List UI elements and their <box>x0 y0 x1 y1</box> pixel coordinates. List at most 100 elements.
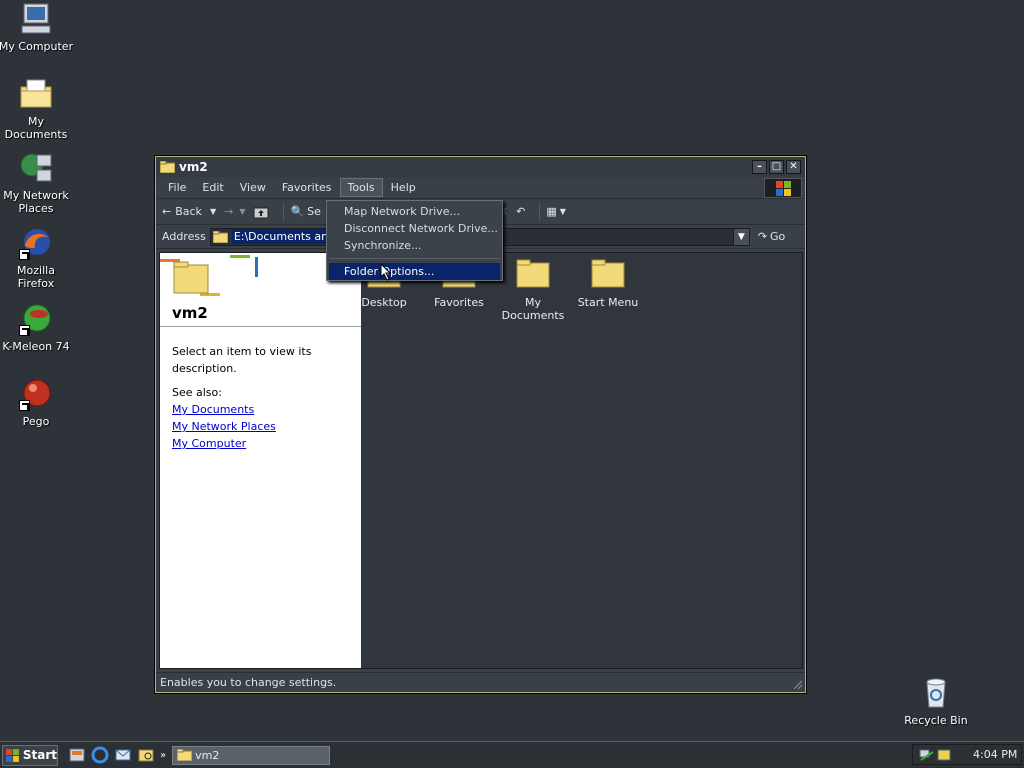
folder-icon <box>516 259 550 288</box>
minimize-icon: – <box>757 161 762 172</box>
window-title: vm2 <box>179 160 208 174</box>
views-button[interactable]: ▦ ▼ <box>546 205 566 218</box>
task-pane: vm2 Select an item to view its descripti… <box>160 253 361 668</box>
desktop-icon-my-computer[interactable]: My Computer <box>0 2 74 53</box>
menu-file[interactable]: File <box>160 178 194 197</box>
go-arrow-icon: ↷ <box>757 230 768 243</box>
desktop-icon-my-documents[interactable]: My Documents <box>0 77 74 141</box>
more-quicklaunch-icon[interactable]: » <box>160 750 166 761</box>
file-item-my-documents[interactable]: My Documents <box>495 258 571 322</box>
menu-favorites[interactable]: Favorites <box>274 178 340 197</box>
desktop-icon-my-network-places[interactable]: My Network Places <box>0 151 74 215</box>
my-documents-icon <box>19 77 53 111</box>
back-arrow-icon: ← <box>162 205 172 218</box>
desktop-icon-recycle-bin[interactable]: Recycle Bin <box>898 676 974 727</box>
resize-grip-icon[interactable] <box>791 678 803 690</box>
desktop-icon-label: My Network Places <box>3 189 69 215</box>
pego-icon <box>19 377 53 411</box>
windows-flag-icon <box>776 181 791 196</box>
k-meleon-icon <box>19 302 53 336</box>
show-desktop-icon[interactable] <box>68 746 86 764</box>
explorer-icon[interactable] <box>137 746 155 764</box>
close-icon: ✕ <box>789 161 798 172</box>
undo-button[interactable]: ↶ <box>516 205 525 218</box>
tools-menu: Map Network Drive... Disconnect Network … <box>326 200 503 281</box>
folder-name: vm2 <box>172 304 208 322</box>
task-pane-body: Select an item to view its description. … <box>160 327 361 468</box>
taskbar: Start » vm2 4:04 PM <box>0 741 1024 768</box>
start-label: Start <box>22 748 57 762</box>
maximize-button[interactable]: □ <box>769 160 784 174</box>
shortcut-arrow-icon <box>19 249 30 260</box>
network-tray-icon[interactable] <box>919 748 935 762</box>
desktop-icon-label: Mozilla Firefox <box>17 264 55 290</box>
link-my-documents[interactable]: My Documents <box>172 401 349 418</box>
up-folder-button[interactable] <box>253 205 269 219</box>
volume-tray-icon[interactable] <box>937 748 951 762</box>
desktop-icon-label: K-Meleon 74 <box>2 340 70 353</box>
quick-launch: » <box>68 746 166 764</box>
menu-help[interactable]: Help <box>383 178 424 197</box>
address-dropdown-button[interactable]: ▼ <box>732 228 749 245</box>
menu-item-folder-options[interactable]: Folder Options... <box>329 263 500 280</box>
folder-banner-icon <box>160 255 258 296</box>
see-also-label: See also: <box>172 386 222 399</box>
internet-explorer-icon[interactable] <box>91 746 109 764</box>
menu-view[interactable]: View <box>232 178 274 197</box>
windows-flag-icon <box>6 748 19 762</box>
taskbar-button-vm2[interactable]: vm2 <box>172 745 331 765</box>
folder-icon <box>160 161 175 173</box>
forward-button[interactable]: → ▼ <box>224 205 245 218</box>
desktop-icon-label: My Documents <box>4 115 68 141</box>
status-bar: Enables you to change settings. <box>156 672 805 692</box>
network-places-icon <box>19 151 53 185</box>
menu-edit[interactable]: Edit <box>194 178 231 197</box>
back-button[interactable]: ← Back ▼ <box>162 205 216 218</box>
status-text: Enables you to change settings. <box>160 676 337 689</box>
mouse-cursor-icon <box>380 263 392 281</box>
menu-tools[interactable]: Tools <box>339 178 383 197</box>
go-button[interactable]: ↷ Go <box>758 230 785 243</box>
file-item-start-menu[interactable]: Start Menu <box>570 258 646 309</box>
firefox-icon <box>19 226 53 260</box>
recycle-bin-icon <box>919 676 953 710</box>
chevron-down-icon: ▼ <box>239 207 246 216</box>
file-item-label: My Documents <box>501 296 565 322</box>
desktop-icon-label: My Computer <box>0 40 74 53</box>
folder-icon <box>212 230 228 243</box>
search-label: Se <box>307 205 321 218</box>
address-label: Address <box>162 230 206 243</box>
task-label: vm2 <box>195 748 220 762</box>
file-item-label: Favorites <box>434 296 484 309</box>
shortcut-arrow-icon <box>19 325 30 336</box>
desktop-icon-k-meleon[interactable]: K-Meleon 74 <box>0 302 74 353</box>
content-area[interactable]: vm2 Select an item to view its descripti… <box>159 252 803 669</box>
outlook-express-icon[interactable] <box>114 746 132 764</box>
menu-item-map-network-drive[interactable]: Map Network Drive... <box>327 203 502 220</box>
menu-bar: File Edit View Favorites Tools Help <box>156 177 805 199</box>
desktop-icon-pego[interactable]: Pego <box>0 377 74 428</box>
link-my-network-places[interactable]: My Network Places <box>172 418 349 435</box>
desktop-icon-mozilla-firefox[interactable]: Mozilla Firefox <box>0 226 74 290</box>
chevron-down-icon: ▼ <box>209 207 217 216</box>
link-my-computer[interactable]: My Computer <box>172 435 349 452</box>
shortcut-arrow-icon <box>19 400 30 411</box>
clock: 4:04 PM <box>973 748 1018 761</box>
start-button[interactable]: Start <box>2 744 58 766</box>
minimize-button[interactable]: – <box>752 160 767 174</box>
search-button[interactable]: 🔍 Se <box>290 205 320 218</box>
views-icon: ▦ <box>546 205 557 218</box>
close-button[interactable]: ✕ <box>786 160 801 174</box>
undo-icon: ↶ <box>516 205 526 218</box>
chevron-down-icon: ▼ <box>559 207 566 216</box>
toolbar-separator <box>283 202 285 221</box>
go-label: Go <box>770 230 786 243</box>
folder-icon <box>177 749 193 761</box>
menu-item-disconnect-network-drive[interactable]: Disconnect Network Drive... <box>327 220 502 237</box>
title-bar[interactable]: vm2 – □ ✕ <box>156 157 805 177</box>
file-item-label: Start Menu <box>577 296 639 309</box>
menu-separator <box>329 258 500 259</box>
desktop-icon-label: Pego <box>22 415 50 428</box>
menu-item-synchronize[interactable]: Synchronize... <box>327 237 502 254</box>
my-computer-icon <box>19 2 53 36</box>
